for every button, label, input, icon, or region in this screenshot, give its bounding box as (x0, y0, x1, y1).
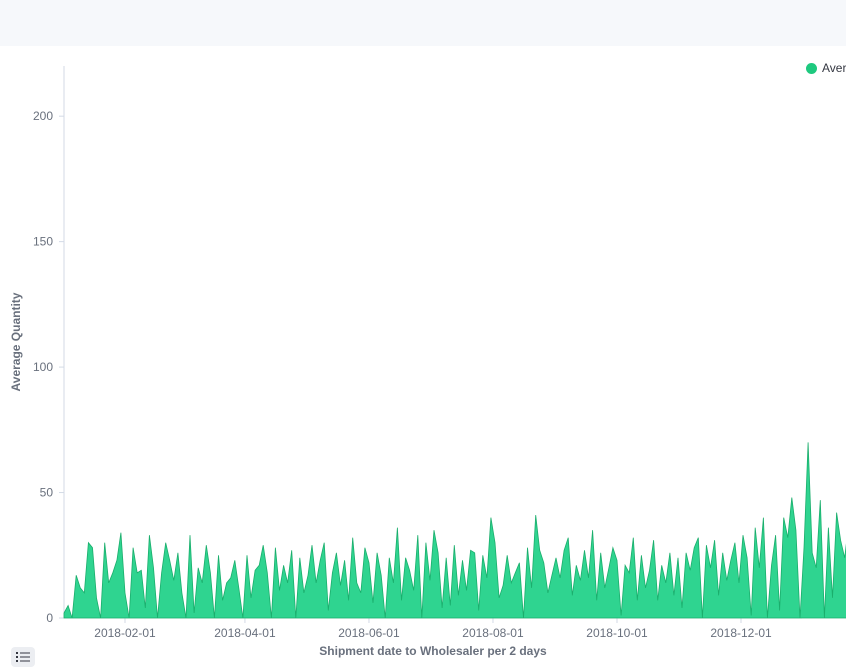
x-axis-ticks: 2018-02-01 2018-04-01 2018-06-01 2018-08-01… (94, 618, 772, 640)
y-axis-label: Average Quantity (9, 292, 23, 391)
x-tick-label: 2018-02-01 (94, 626, 156, 640)
area-chart: 0 50 100 150 200 2018-02-01 2018-04-01 2018-06… (9, 66, 846, 658)
legend-label: Average Quantity (822, 61, 846, 75)
series-area-average-quantity[interactable] (63, 91, 846, 619)
legend-color-dot (806, 62, 817, 74)
y-tick-label: 200 (33, 109, 53, 123)
y-axis-ticks: 0 50 100 150 200 (33, 109, 64, 625)
x-axis-label: Shipment date to Wholesaler per 2 days (319, 644, 547, 658)
y-tick-label: 150 (33, 235, 53, 249)
legend-toggle-button[interactable] (11, 647, 35, 667)
y-tick-label: 50 (40, 486, 54, 500)
x-tick-label: 2018-08-01 (462, 626, 524, 640)
y-tick-label: 0 (46, 611, 53, 625)
legend[interactable]: Average Quantity (806, 61, 846, 75)
y-tick-label: 100 (33, 360, 53, 374)
x-tick-label: 2018-12-01 (710, 626, 772, 640)
x-tick-label: 2018-04-01 (214, 626, 276, 640)
x-tick-label: 2018-10-01 (586, 626, 648, 640)
list-icon (16, 652, 30, 662)
x-tick-label: 2018-06-01 (338, 626, 400, 640)
